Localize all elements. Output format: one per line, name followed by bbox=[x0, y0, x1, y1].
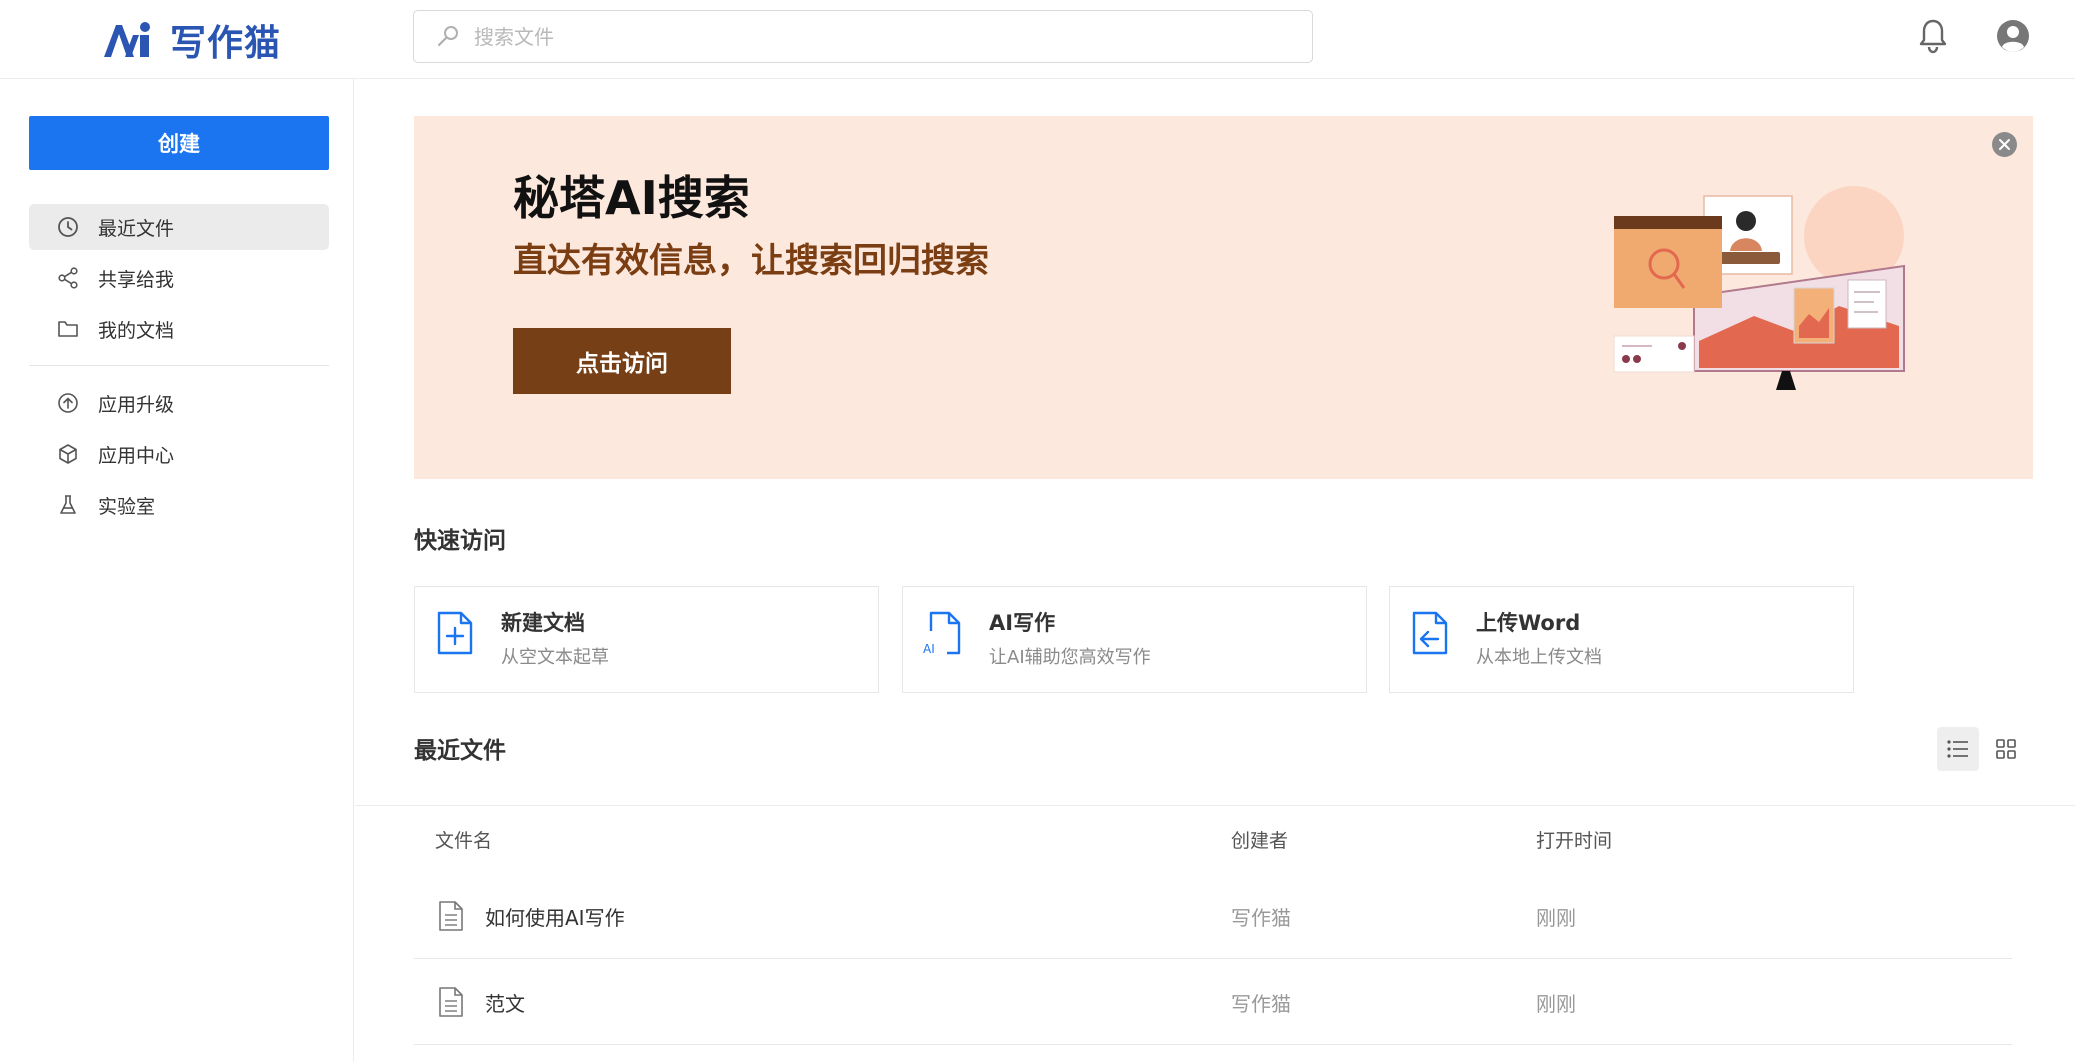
user-avatar-icon[interactable] bbox=[1995, 18, 2031, 54]
sidebar-item-label: 最近文件 bbox=[98, 217, 175, 240]
cube-icon bbox=[59, 444, 77, 464]
quick-card-upload-word[interactable]: 上传Word 从本地上传文档 bbox=[1389, 586, 1854, 693]
top-header: 写作猫 bbox=[0, 0, 2075, 79]
table-row[interactable]: 范文 写作猫 刚刚 bbox=[414, 959, 2012, 1045]
quick-card-description: 让AI辅助您高效写作 bbox=[989, 647, 1151, 668]
file-plus-icon bbox=[437, 611, 473, 655]
list-view-button[interactable] bbox=[1937, 727, 1979, 771]
search-box[interactable] bbox=[413, 10, 1313, 63]
sidebar-item-label: 我的文档 bbox=[98, 319, 175, 342]
quick-card-ai-writing[interactable]: AI AI写作 让AI辅助您高效写作 bbox=[902, 586, 1367, 693]
clock-icon bbox=[58, 217, 78, 237]
svg-text:AI: AI bbox=[923, 642, 935, 656]
table-divider bbox=[355, 805, 2075, 806]
grid-view-button[interactable] bbox=[1985, 727, 2027, 771]
file-open-time: 刚刚 bbox=[1536, 906, 1576, 930]
sidebar-divider bbox=[29, 365, 329, 366]
sidebar-item-lab[interactable]: 实验室 bbox=[29, 482, 329, 528]
banner-subtitle: 直达有效信息，让搜索回归搜索 bbox=[513, 241, 989, 281]
file-ai-icon: AI bbox=[923, 611, 961, 656]
quick-card-title: AI写作 bbox=[989, 611, 1056, 635]
quick-card-new-document[interactable]: 新建文档 从空文本起草 bbox=[414, 586, 879, 693]
quick-card-title: 上传Word bbox=[1476, 611, 1581, 635]
quick-card-description: 从空文本起草 bbox=[501, 647, 609, 668]
flask-icon bbox=[60, 495, 76, 514]
banner-visit-button[interactable]: 点击访问 bbox=[513, 328, 731, 394]
bell-icon[interactable] bbox=[1917, 18, 1949, 54]
logo-mark-icon bbox=[104, 22, 150, 57]
share-icon bbox=[58, 267, 78, 289]
search-icon bbox=[437, 25, 458, 46]
document-icon bbox=[439, 987, 463, 1017]
promo-banner: 秘塔AI搜索 直达有效信息，让搜索回归搜索 点击访问 bbox=[414, 116, 2033, 479]
arrow-up-circle-icon bbox=[58, 393, 78, 413]
sidebar-item-app-center[interactable]: 应用中心 bbox=[29, 431, 329, 477]
banner-title: 秘塔AI搜索 bbox=[513, 171, 750, 225]
quick-access-title: 快速访问 bbox=[414, 528, 506, 554]
sidebar: 创建 最近文件 共享给我 我的文档 应用升级 应用中心 实验室 bbox=[0, 79, 354, 1062]
file-open-time: 刚刚 bbox=[1536, 992, 1576, 1016]
column-header-creator[interactable]: 创建者 bbox=[1231, 826, 1288, 853]
grid-icon bbox=[1996, 739, 2016, 759]
folder-icon bbox=[58, 321, 78, 337]
quick-card-description: 从本地上传文档 bbox=[1476, 647, 1602, 668]
list-icon bbox=[1947, 740, 1968, 758]
sidebar-item-label: 共享给我 bbox=[98, 268, 175, 291]
close-icon[interactable] bbox=[1991, 131, 2018, 158]
search-input[interactable] bbox=[474, 24, 1312, 49]
recent-files-title: 最近文件 bbox=[414, 738, 506, 764]
sidebar-item-my-documents[interactable]: 我的文档 bbox=[29, 306, 329, 352]
sidebar-item-label: 应用升级 bbox=[98, 393, 175, 416]
file-upload-icon bbox=[1412, 611, 1448, 655]
file-name[interactable]: 如何使用AI写作 bbox=[485, 902, 625, 931]
table-row[interactable]: 如何使用AI写作 写作猫 刚刚 bbox=[414, 873, 2012, 959]
sidebar-item-recent-files[interactable]: 最近文件 bbox=[29, 204, 329, 250]
app-logo[interactable]: 写作猫 bbox=[100, 14, 281, 66]
sidebar-item-shared-with-me[interactable]: 共享给我 bbox=[29, 255, 329, 301]
column-header-open-time[interactable]: 打开时间 bbox=[1536, 826, 1612, 853]
file-creator: 写作猫 bbox=[1231, 992, 1291, 1016]
column-header-name[interactable]: 文件名 bbox=[435, 826, 492, 853]
sidebar-item-label: 应用中心 bbox=[98, 444, 175, 467]
quick-card-title: 新建文档 bbox=[501, 611, 585, 635]
sidebar-item-app-upgrade[interactable]: 应用升级 bbox=[29, 380, 329, 426]
banner-illustration bbox=[1613, 186, 1905, 390]
sidebar-item-label: 实验室 bbox=[98, 495, 156, 518]
file-name[interactable]: 范文 bbox=[485, 988, 525, 1017]
file-creator: 写作猫 bbox=[1231, 906, 1291, 930]
logo-text: 写作猫 bbox=[170, 22, 282, 64]
document-icon bbox=[439, 901, 463, 931]
create-button[interactable]: 创建 bbox=[29, 116, 329, 170]
